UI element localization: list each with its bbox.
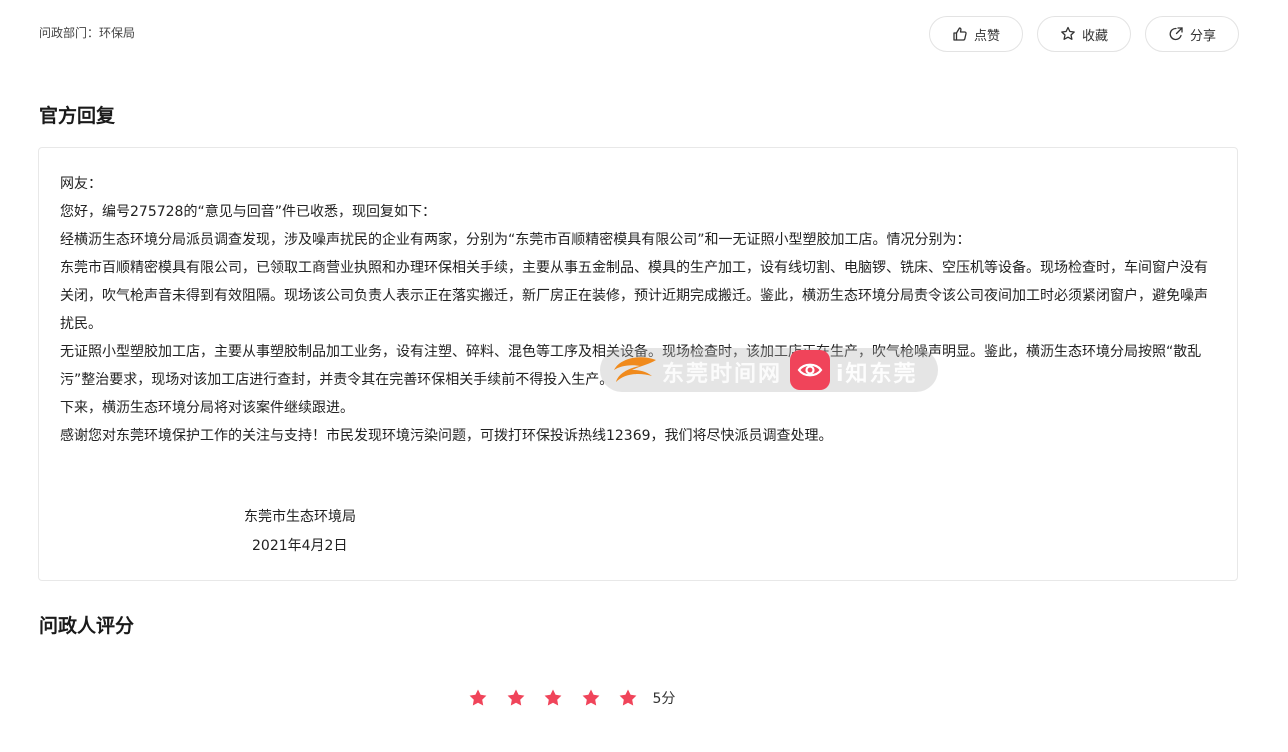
reply-paragraph: 经横沥生态环境分局派员调查发现，涉及噪声扰民的企业有两家，分别为“东莞市百顺精密…	[60, 232, 971, 248]
reply-paragraph: 感谢您对东莞环境保护工作的关注与支持！市民发现环境污染问题，可拨打环保投诉热线1…	[60, 428, 833, 444]
reply-paragraph: 网友：	[60, 176, 102, 192]
rating-score: 5分	[652, 691, 676, 707]
reply-paragraph: 东莞市百顺精密模具有限公司，已领取工商营业执照和办理环保相关手续，主要从事五金制…	[60, 260, 1208, 332]
favorite-button[interactable]: 收藏	[1037, 16, 1131, 52]
share-button[interactable]: 分享	[1145, 16, 1239, 52]
share-icon	[1169, 27, 1183, 41]
reply-paragraph: 您好，编号275728的“意见与回音”件已收悉，现回复如下：	[60, 204, 436, 220]
like-label: 点赞	[973, 28, 1000, 44]
star-outline-icon	[1061, 26, 1075, 40]
star-icon	[469, 689, 487, 706]
rating-title: 问政人评分	[39, 615, 135, 637]
reply-paragraph: 无证照小型塑胶加工店，主要从事塑胶制品加工业务，设有注塑、碎料、混色等工序及相关…	[60, 344, 1202, 388]
like-button[interactable]: 点赞	[929, 16, 1023, 52]
star-icon	[544, 689, 562, 706]
star-icon	[619, 689, 637, 706]
share-label: 分享	[1189, 28, 1216, 44]
star-icon	[582, 689, 599, 706]
reply-body: 网友： 您好，编号275728的“意见与回音”件已收悉，现回复如下： 经横沥生态…	[60, 170, 1215, 450]
rating-stars: 5分	[468, 688, 675, 708]
action-bar: 点赞 收藏 分享	[929, 16, 1239, 52]
reply-paragraph: 下来，横沥生态环境分局将对该案件继续跟进。	[60, 400, 354, 416]
star-icon	[507, 689, 524, 706]
official-reply-title: 官方回复	[39, 105, 116, 127]
signature-date: 2021年4月2日	[252, 538, 348, 554]
favorite-label: 收藏	[1081, 28, 1108, 44]
department-label: 问政部门：环保局	[39, 26, 136, 40]
official-reply-box: 网友： 您好，编号275728的“意见与回音”件已收悉，现回复如下： 经横沥生态…	[38, 147, 1238, 581]
signature-org: 东莞市生态环境局	[244, 509, 356, 525]
thumbs-up-icon	[953, 27, 967, 41]
